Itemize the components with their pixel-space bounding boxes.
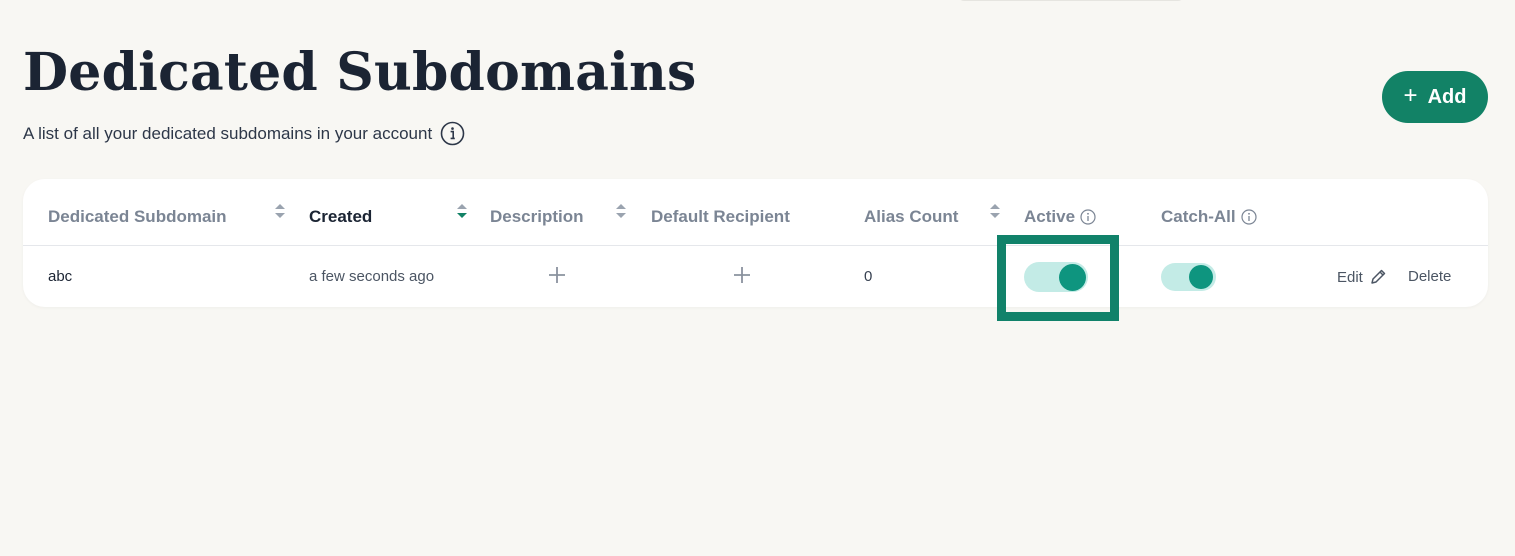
- column-header-active-label: Active: [1024, 207, 1076, 226]
- info-icon[interactable]: [1080, 209, 1096, 225]
- info-icon[interactable]: [440, 121, 465, 146]
- add-button-label: Add: [1427, 85, 1467, 108]
- delete-button[interactable]: Delete: [1408, 268, 1451, 285]
- subdomains-table: Dedicated Subdomain Created Description …: [23, 179, 1488, 307]
- table-header: Dedicated Subdomain Created Description …: [23, 179, 1488, 246]
- top-partial-element: [958, 0, 1184, 1]
- table-row: abc a few seconds ago 0 Edit Delete: [23, 246, 1488, 307]
- catch-all-toggle[interactable]: [1161, 263, 1216, 291]
- page-subtitle: A list of all your dedicated subdomains …: [23, 121, 465, 146]
- cell-created: a few seconds ago: [309, 268, 435, 285]
- sort-icon-active[interactable]: [456, 203, 468, 219]
- column-header-description[interactable]: Description: [490, 207, 584, 227]
- sort-icon[interactable]: [615, 203, 627, 219]
- column-header-subdomain[interactable]: Dedicated Subdomain: [48, 207, 227, 227]
- column-header-default-recipient: Default Recipient: [651, 207, 790, 226]
- column-header-alias-count[interactable]: Alias Count: [864, 207, 958, 227]
- sort-icon[interactable]: [989, 203, 1001, 219]
- toggle-knob: [1059, 263, 1086, 291]
- column-header-catch-all-label: Catch-All: [1161, 207, 1236, 226]
- cell-alias-count: 0: [864, 268, 873, 285]
- column-header-created[interactable]: Created: [309, 207, 372, 227]
- add-button[interactable]: + Add: [1382, 71, 1488, 123]
- pencil-icon: [1371, 269, 1386, 284]
- edit-label: Edit: [1337, 268, 1363, 286]
- add-recipient-icon[interactable]: [732, 265, 752, 285]
- subtitle-text: A list of all your dedicated subdomains …: [23, 123, 433, 143]
- page-title: Dedicated Subdomains: [23, 42, 697, 103]
- add-description-icon[interactable]: [547, 265, 567, 285]
- edit-button[interactable]: Edit: [1337, 268, 1387, 286]
- active-toggle[interactable]: [1024, 262, 1088, 292]
- info-icon[interactable]: [1241, 209, 1257, 225]
- column-header-active: Active: [1024, 207, 1096, 227]
- column-header-catch-all: Catch-All: [1161, 207, 1257, 227]
- plus-icon: +: [1403, 82, 1418, 109]
- cell-subdomain: abc: [48, 268, 73, 285]
- sort-icon[interactable]: [274, 203, 286, 219]
- toggle-knob: [1189, 265, 1213, 289]
